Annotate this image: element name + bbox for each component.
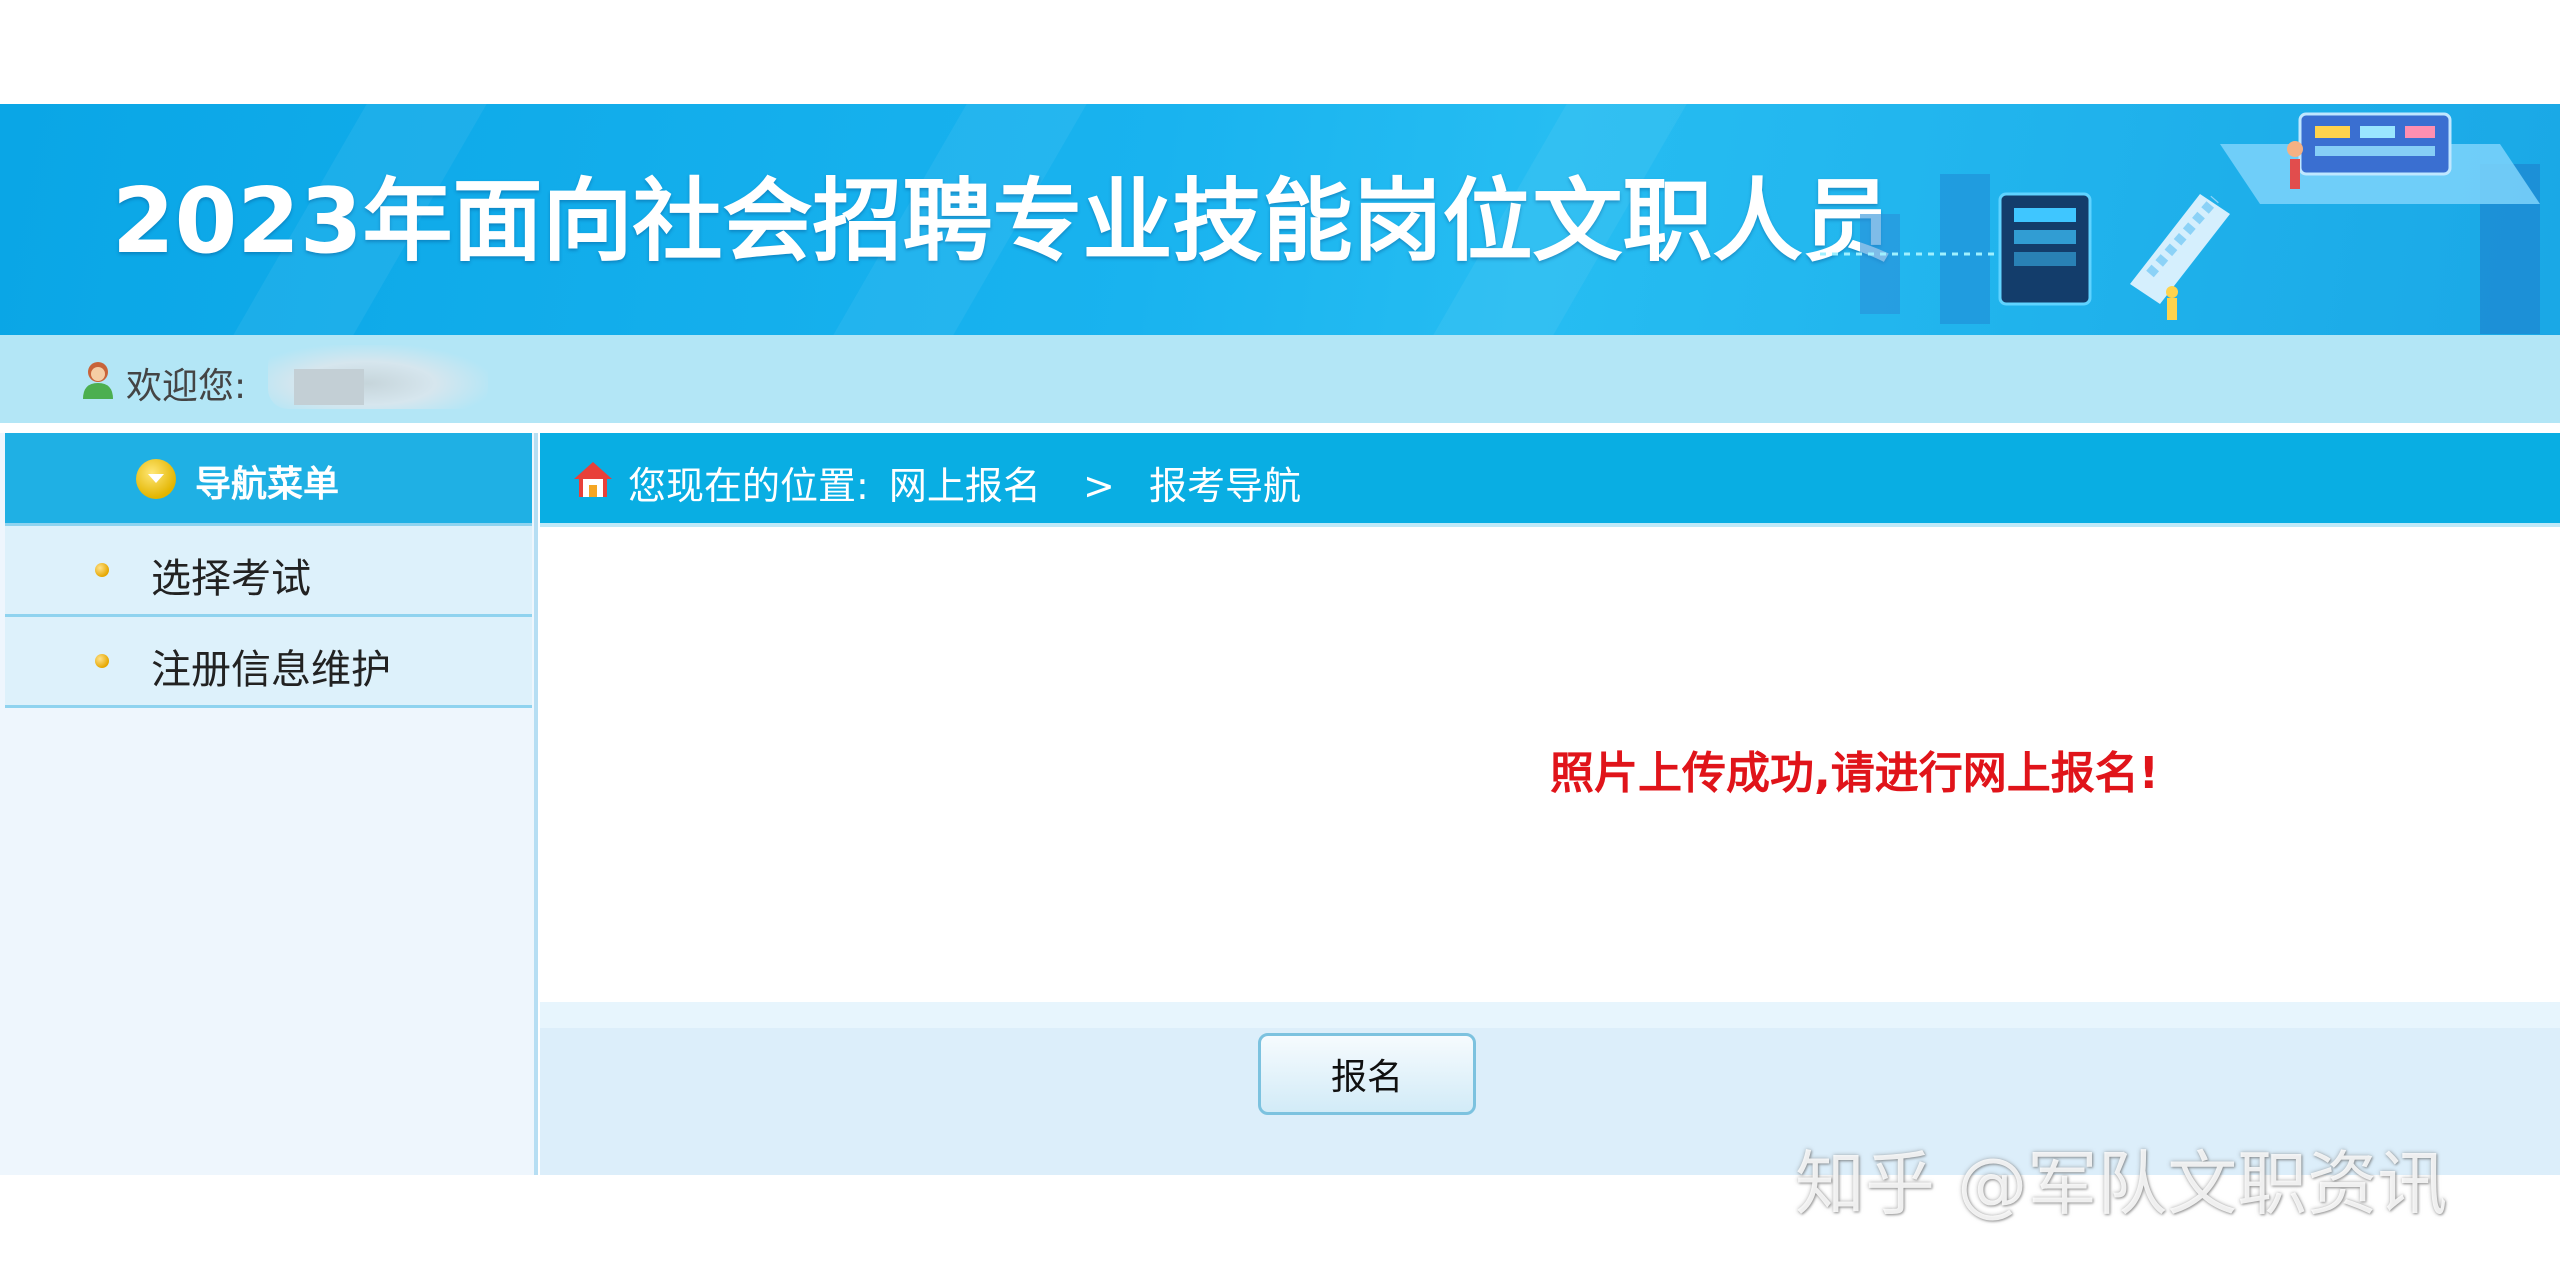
signup-button[interactable]: 报名 — [1258, 1033, 1476, 1115]
content-divider — [540, 1002, 2560, 1028]
sidebar-title: 导航菜单 — [195, 464, 340, 505]
breadcrumb-separator: > — [1083, 464, 1115, 508]
page-title: 2023年面向社会招聘专业技能岗位文职人员 — [112, 169, 1893, 274]
user-icon — [83, 362, 113, 399]
sidebar-header: 导航菜单 — [5, 433, 532, 526]
welcome-bar: 欢迎您: — [0, 335, 2560, 427]
watermark: 知乎 @军队文职资讯 — [1795, 1143, 2448, 1225]
breadcrumb-prefix: 您现在的位置: — [628, 464, 869, 508]
username-redacted — [268, 345, 488, 409]
recruitment-illustration — [1820, 112, 2540, 334]
success-message: 照片上传成功,请进行网上报名! — [1550, 748, 2159, 799]
header-banner: 2023年面向社会招聘专业技能岗位文职人员 — [0, 104, 2560, 335]
sidebar-item-label: 选择考试 — [151, 556, 311, 602]
welcome-label: 欢迎您: — [126, 366, 247, 407]
bullet-icon — [95, 654, 109, 668]
main-content: 照片上传成功,请进行网上报名! — [540, 527, 2560, 1002]
sidebar-item-label: 注册信息维护 — [151, 647, 391, 693]
sidebar: 导航菜单 选择考试 注册信息维护 — [0, 433, 538, 1175]
breadcrumb-item-exam-guide: 报考导航 — [1148, 464, 1301, 508]
breadcrumb-text: 您现在的位置: 网上报名 > 报考导航 — [628, 455, 1309, 510]
bullet-icon — [95, 563, 109, 577]
sidebar-item-select-exam[interactable]: 选择考试 — [5, 526, 532, 617]
home-icon — [574, 462, 612, 497]
breadcrumb-item-online-signup[interactable]: 网上报名 — [889, 464, 1041, 508]
sidebar-item-registration-info[interactable]: 注册信息维护 — [5, 617, 532, 708]
chevron-down-icon — [136, 459, 176, 499]
breadcrumb: 您现在的位置: 网上报名 > 报考导航 — [540, 433, 2560, 527]
